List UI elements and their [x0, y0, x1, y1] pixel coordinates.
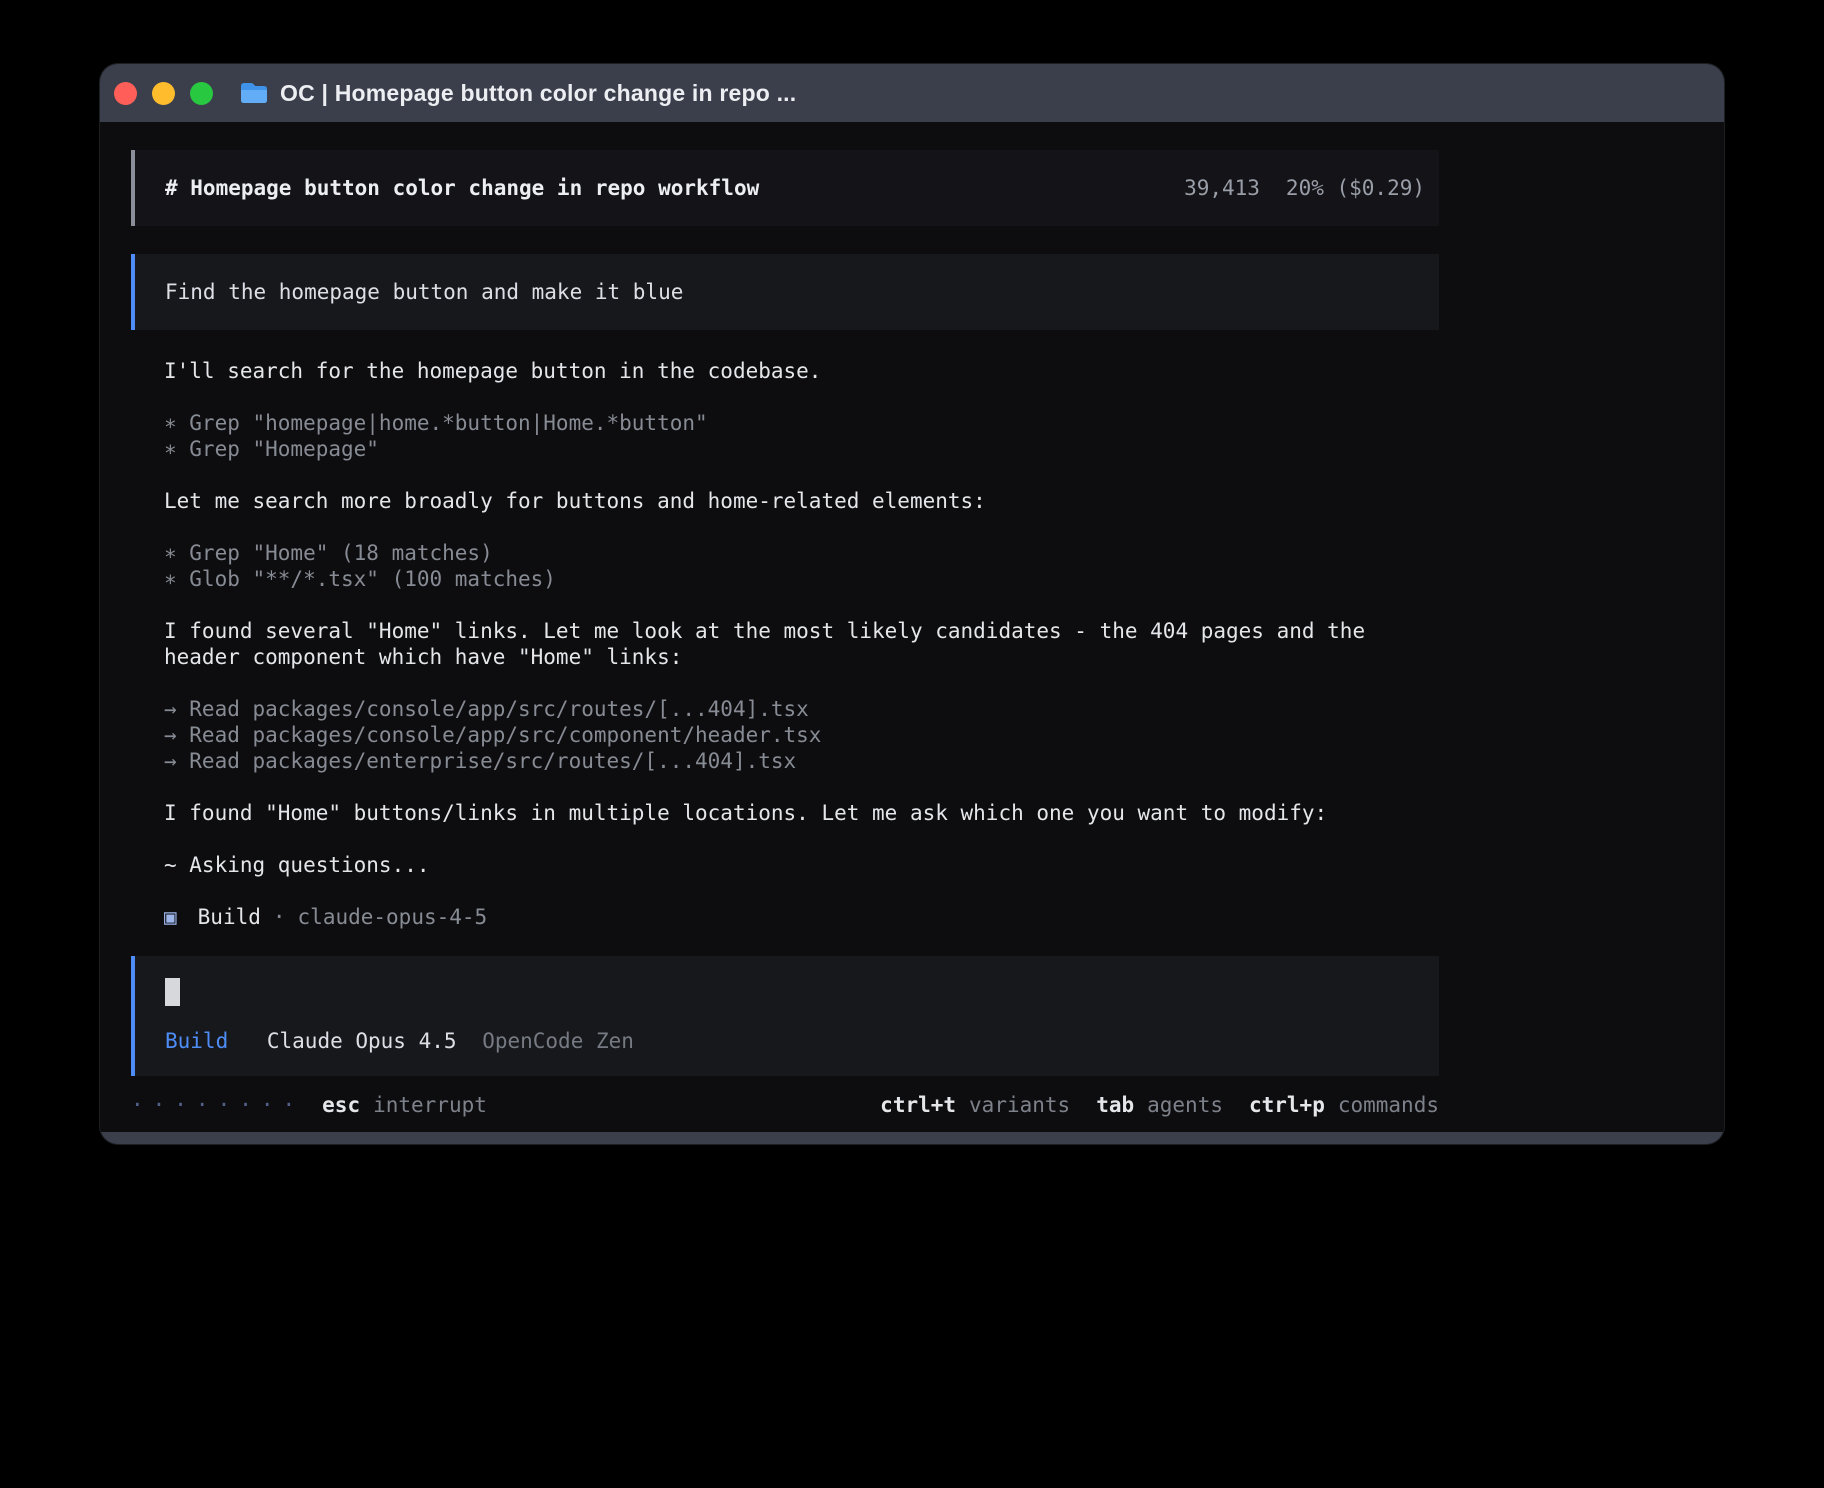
prompt-input[interactable]: Build Claude Opus 4.5 OpenCode Zen	[131, 956, 1439, 1076]
shortcut-label: commands	[1338, 1093, 1439, 1117]
esc-key-hint: esc	[322, 1092, 360, 1118]
shortcut-commands: ctrl+p commands	[1249, 1092, 1439, 1118]
shortcut-key: ctrl+p	[1249, 1093, 1325, 1117]
window-title: OC | Homepage button color change in rep…	[280, 80, 796, 107]
assistant-paragraph: Let me search more broadly for buttons a…	[164, 488, 1439, 514]
agent-name: Build	[198, 904, 261, 930]
window-titlebar[interactable]: OC | Homepage button color change in rep…	[100, 64, 1724, 122]
agent-status-line: ▣ Build · claude-opus-4-5	[164, 904, 1439, 930]
assistant-response: I'll search for the homepage button in t…	[131, 358, 1439, 930]
assistant-paragraph: I'll search for the homepage button in t…	[164, 358, 1439, 384]
traffic-lights	[114, 82, 213, 105]
token-count: 39,413	[1184, 175, 1260, 201]
folder-icon	[239, 81, 269, 105]
tool-call-group: ∗ Grep "homepage|home.*button|Home.*butt…	[164, 410, 1439, 462]
status-bar: ········ esc interrupt ctrl+t variants ta…	[131, 1092, 1439, 1118]
tool-call-read: → Read packages/console/app/src/routes/[…	[164, 696, 1439, 722]
user-message: Find the homepage button and make it blu…	[131, 254, 1439, 330]
input-meta-row: Build Claude Opus 4.5 OpenCode Zen	[165, 1028, 1425, 1054]
terminal-window: OC | Homepage button color change in rep…	[100, 64, 1724, 1144]
session-title: # Homepage button color change in repo w…	[165, 175, 759, 201]
tool-call-glob: ∗ Glob "**/*.tsx" (100 matches)	[164, 566, 1439, 592]
activity-dots: ········	[131, 1092, 304, 1118]
terminal-content: # Homepage button color change in repo w…	[100, 122, 1724, 1118]
context-usage: 20% ($0.29)	[1286, 175, 1425, 201]
model-name-label: Claude Opus 4.5	[267, 1029, 457, 1053]
shortcut-variants: ctrl+t variants	[880, 1092, 1070, 1118]
tool-call-group: ∗ Grep "Home" (18 matches) ∗ Glob "**/*.…	[164, 540, 1439, 592]
minimize-button[interactable]	[152, 82, 175, 105]
session-header: # Homepage button color change in repo w…	[131, 150, 1439, 226]
window-bottom-edge	[100, 1132, 1724, 1144]
tool-call-grep: ∗ Grep "Homepage"	[164, 436, 1439, 462]
tool-call-grep: ∗ Grep "homepage|home.*button|Home.*butt…	[164, 410, 1439, 436]
shortcut-agents: tab agents	[1096, 1092, 1223, 1118]
user-message-text: Find the homepage button and make it blu…	[165, 280, 683, 304]
assistant-paragraph: I found "Home" buttons/links in multiple…	[164, 800, 1439, 826]
agent-model: claude-opus-4-5	[298, 904, 488, 930]
zoom-button[interactable]	[190, 82, 213, 105]
session-stats: 39,413 20% ($0.29)	[1184, 175, 1425, 201]
status-asking-questions: ~ Asking questions...	[164, 852, 1439, 878]
tool-call-grep: ∗ Grep "Home" (18 matches)	[164, 540, 1439, 566]
shortcut-key: ctrl+t	[880, 1093, 956, 1117]
provider-label: OpenCode Zen	[482, 1029, 634, 1053]
agent-separator: ·	[273, 904, 286, 930]
text-cursor	[165, 978, 180, 1006]
agent-mode-label: Build	[165, 1029, 228, 1053]
esc-action-label: interrupt	[373, 1092, 487, 1118]
agent-square-icon: ▣	[164, 904, 177, 930]
close-button[interactable]	[114, 82, 137, 105]
assistant-paragraph: I found several "Home" links. Let me loo…	[164, 618, 1439, 670]
tool-call-read: → Read packages/enterprise/src/routes/[.…	[164, 748, 1439, 774]
tool-call-read: → Read packages/console/app/src/componen…	[164, 722, 1439, 748]
shortcut-label: variants	[969, 1093, 1070, 1117]
tool-call-group: → Read packages/console/app/src/routes/[…	[164, 696, 1439, 774]
shortcut-key: tab	[1096, 1093, 1134, 1117]
shortcut-label: agents	[1147, 1093, 1223, 1117]
